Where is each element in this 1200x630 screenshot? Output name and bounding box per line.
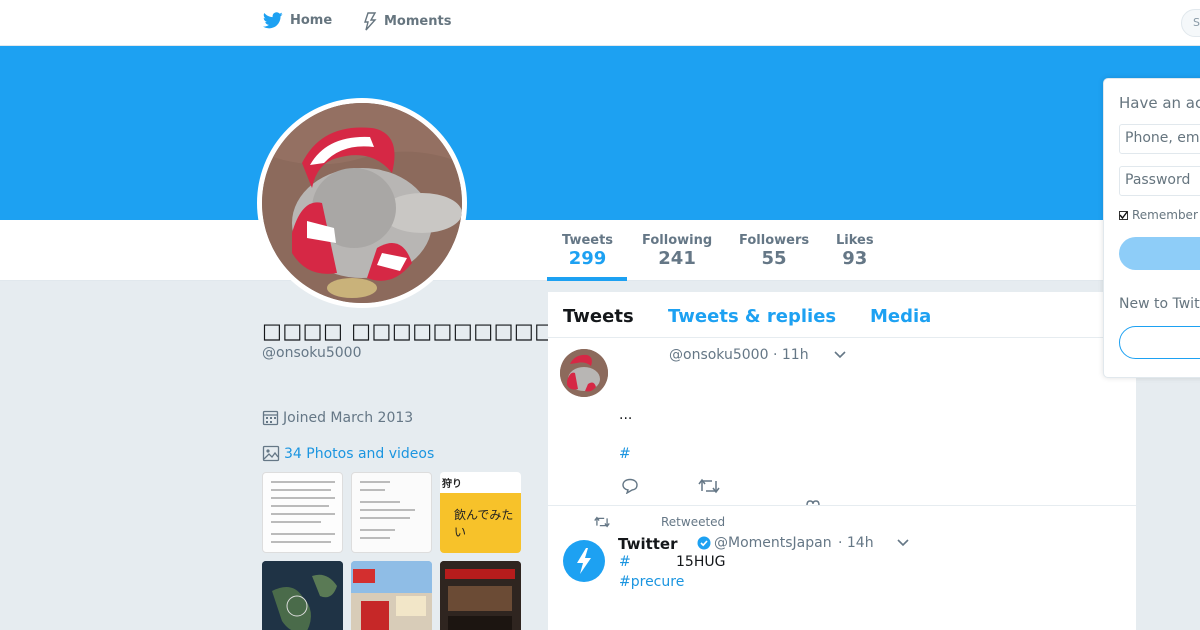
calendar-icon <box>262 410 279 426</box>
stat-following[interactable]: Following 241 <box>642 233 712 269</box>
login-title: Have an account? <box>1119 94 1200 112</box>
timeline: Tweets Tweets & replies Media @onsoku500… <box>548 292 1136 630</box>
image-icon <box>262 445 280 462</box>
lightning-icon <box>364 12 377 31</box>
remember-label: Remember me <box>1132 208 1200 222</box>
tab-media[interactable]: Media <box>870 306 931 327</box>
stat-followers[interactable]: Followers 55 <box>739 233 809 269</box>
tweet-author-handle[interactable]: @MomentsJapan <box>714 535 832 551</box>
profile-avatar[interactable] <box>257 98 467 308</box>
chevron-down-icon[interactable] <box>833 350 847 360</box>
remember-me[interactable]: Remember me <box>1119 208 1200 222</box>
stat-likes-label: Likes <box>836 233 874 248</box>
username-input[interactable]: Phone, email or username <box>1119 124 1200 154</box>
photo-thumbnail[interactable] <box>440 561 521 630</box>
stat-followers-label: Followers <box>739 233 810 248</box>
photos-videos-label: 34 Photos and videos <box>284 445 435 462</box>
nav-moments-label: Moments <box>384 14 452 29</box>
storefront-image <box>351 561 432 630</box>
stat-following-value: 241 <box>658 248 696 269</box>
photos-videos-link[interactable]: 34 Photos and videos <box>262 445 434 462</box>
profile-banner <box>0 46 1200 220</box>
avatar-image <box>560 349 608 397</box>
map-image <box>262 561 343 630</box>
active-stat-underline <box>547 277 627 281</box>
stat-tweets-label: Tweets <box>562 233 614 248</box>
photo-thumbnail[interactable]: 狩り 飲んでみたい <box>440 472 521 553</box>
tweet-hashtag[interactable]: # <box>619 446 631 462</box>
stat-likes[interactable]: Likes 93 <box>836 233 874 269</box>
tweet-text: 15HUG <box>676 554 726 570</box>
lightning-icon <box>577 548 591 574</box>
timeline-tabs: Tweets Tweets & replies Media <box>548 292 1136 338</box>
reply-icon[interactable] <box>621 478 639 494</box>
profile-display-name: □□□□ □□□□□□□□□□□ <box>262 319 575 343</box>
photo-thumbnail[interactable] <box>262 472 343 553</box>
tab-tweets[interactable]: Tweets <box>563 306 634 327</box>
tweet-author-handle[interactable]: @onsoku5000 <box>669 347 768 363</box>
nav-moments[interactable]: Moments <box>363 12 451 31</box>
tweet-divider <box>548 505 1136 506</box>
top-nav: Home Moments S <box>0 0 1200 46</box>
retweet-icon <box>594 516 610 528</box>
password-input[interactable]: Password <box>1119 166 1200 196</box>
photo-thumbnail[interactable] <box>351 561 432 630</box>
photo-thumbnail[interactable] <box>351 472 432 553</box>
twitter-bird-icon <box>263 12 283 29</box>
tweet-author-name[interactable]: Twitter <box>618 535 678 553</box>
retweeted-label: Retweeted <box>661 515 726 529</box>
nav-home[interactable]: Home <box>263 12 332 29</box>
tab-tweets-replies[interactable]: Tweets & replies <box>668 306 836 327</box>
stat-likes-value: 93 <box>842 248 868 269</box>
nav-home-label: Home <box>290 13 333 28</box>
check-icon <box>1119 211 1128 219</box>
tweet-hashtag[interactable]: #precure <box>619 574 684 590</box>
tweet-timestamp[interactable]: · 11h <box>773 347 809 363</box>
thumbnail-text: 飲んでみたい <box>454 508 514 539</box>
stat-tweets[interactable]: Tweets 299 <box>562 233 613 269</box>
retweet-icon[interactable] <box>698 478 720 494</box>
login-dropdown: Have an account? Phone, email or usernam… <box>1103 78 1200 378</box>
stat-following-label: Following <box>642 233 713 248</box>
signup-button[interactable] <box>1119 326 1200 359</box>
login-button[interactable] <box>1119 237 1200 270</box>
photo-thumbnail[interactable] <box>262 561 343 630</box>
restaurant-image <box>440 561 521 630</box>
stat-followers-value: 55 <box>761 248 787 269</box>
chevron-down-icon[interactable] <box>896 538 910 548</box>
tweet-text: ... <box>619 407 633 423</box>
stat-tweets-value: 299 <box>568 248 607 269</box>
search-input[interactable]: S <box>1181 9 1200 37</box>
avatar-image <box>262 103 462 303</box>
tweet-author-avatar[interactable] <box>560 349 608 397</box>
new-to-twitter-label: New to Twitter? <box>1119 296 1200 312</box>
joined-date: Joined March 2013 <box>262 409 413 426</box>
joined-label: Joined March 2013 <box>283 409 414 426</box>
verified-badge-icon <box>697 536 711 550</box>
tweet-timestamp[interactable]: · 14h <box>838 535 874 551</box>
tweet-hashtag[interactable]: # <box>619 554 631 570</box>
tweet-author-avatar[interactable] <box>563 540 605 582</box>
profile-handle[interactable]: @onsoku5000 <box>262 345 361 361</box>
remember-checkbox[interactable] <box>1119 210 1128 220</box>
thumbnail-text: 狩り <box>442 479 462 490</box>
